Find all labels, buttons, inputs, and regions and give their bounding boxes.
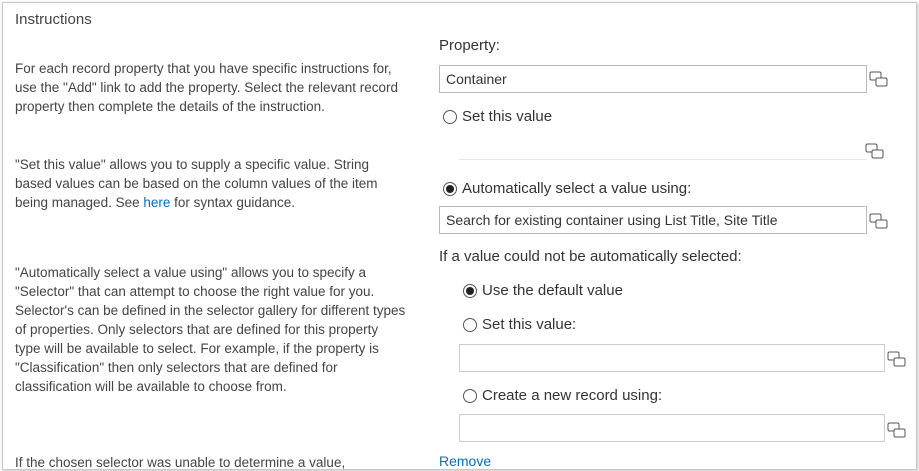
- property-label: Property:: [439, 37, 500, 54]
- picker-icon[interactable]: [887, 422, 907, 438]
- create-new-record-input[interactable]: [459, 414, 885, 442]
- instructions-paragraph-auto-select: "Automatically select a value using" all…: [15, 265, 406, 394]
- set-this-value-option[interactable]: Set this value: [443, 108, 552, 125]
- picker-icon[interactable]: [865, 143, 885, 159]
- radio-unselected-icon[interactable]: [463, 317, 477, 332]
- instructions-paragraph-set-value: "Set this value" allows you to supply a …: [15, 155, 407, 212]
- create-new-record-label: Create a new record using:: [482, 387, 663, 404]
- remove-link[interactable]: Remove: [439, 453, 491, 469]
- syntax-guidance-link[interactable]: here: [143, 195, 170, 210]
- set-this-value-fallback-option[interactable]: Set this value:: [463, 316, 576, 333]
- radio-unselected-icon[interactable]: [443, 109, 457, 124]
- instruction-panel: Instructions For each record property th…: [2, 2, 917, 470]
- instructions-text: for syntax guidance.: [170, 195, 295, 210]
- fallback-heading: If a value could not be automatically se…: [439, 248, 742, 265]
- picker-icon[interactable]: [869, 213, 889, 229]
- set-this-value-fallback-input[interactable]: [459, 344, 885, 372]
- automatically-select-label: Automatically select a value using:: [462, 180, 692, 197]
- picker-icon[interactable]: [887, 351, 907, 367]
- set-this-value-label: Set this value: [462, 108, 553, 125]
- selector-input[interactable]: Search for existing container using List…: [439, 206, 867, 234]
- use-default-value-option[interactable]: Use the default value: [463, 282, 623, 299]
- radio-selected-icon[interactable]: [463, 283, 477, 298]
- instructions-title: Instructions: [15, 11, 92, 28]
- instructions-paragraph-fallback: If the chosen selector was unable to det…: [15, 455, 346, 470]
- radio-unselected-icon[interactable]: [463, 388, 477, 403]
- set-this-value-fallback-label: Set this value:: [482, 316, 577, 333]
- instructions-paragraph-add: For each record property that you have s…: [15, 61, 399, 114]
- set-this-value-input[interactable]: [459, 131, 867, 160]
- property-input[interactable]: Container: [439, 65, 867, 93]
- picker-icon[interactable]: [869, 71, 889, 87]
- radio-selected-icon[interactable]: [443, 181, 457, 196]
- create-new-record-option[interactable]: Create a new record using:: [463, 387, 662, 404]
- use-default-value-label: Use the default value: [482, 282, 623, 299]
- automatically-select-option[interactable]: Automatically select a value using:: [443, 180, 691, 197]
